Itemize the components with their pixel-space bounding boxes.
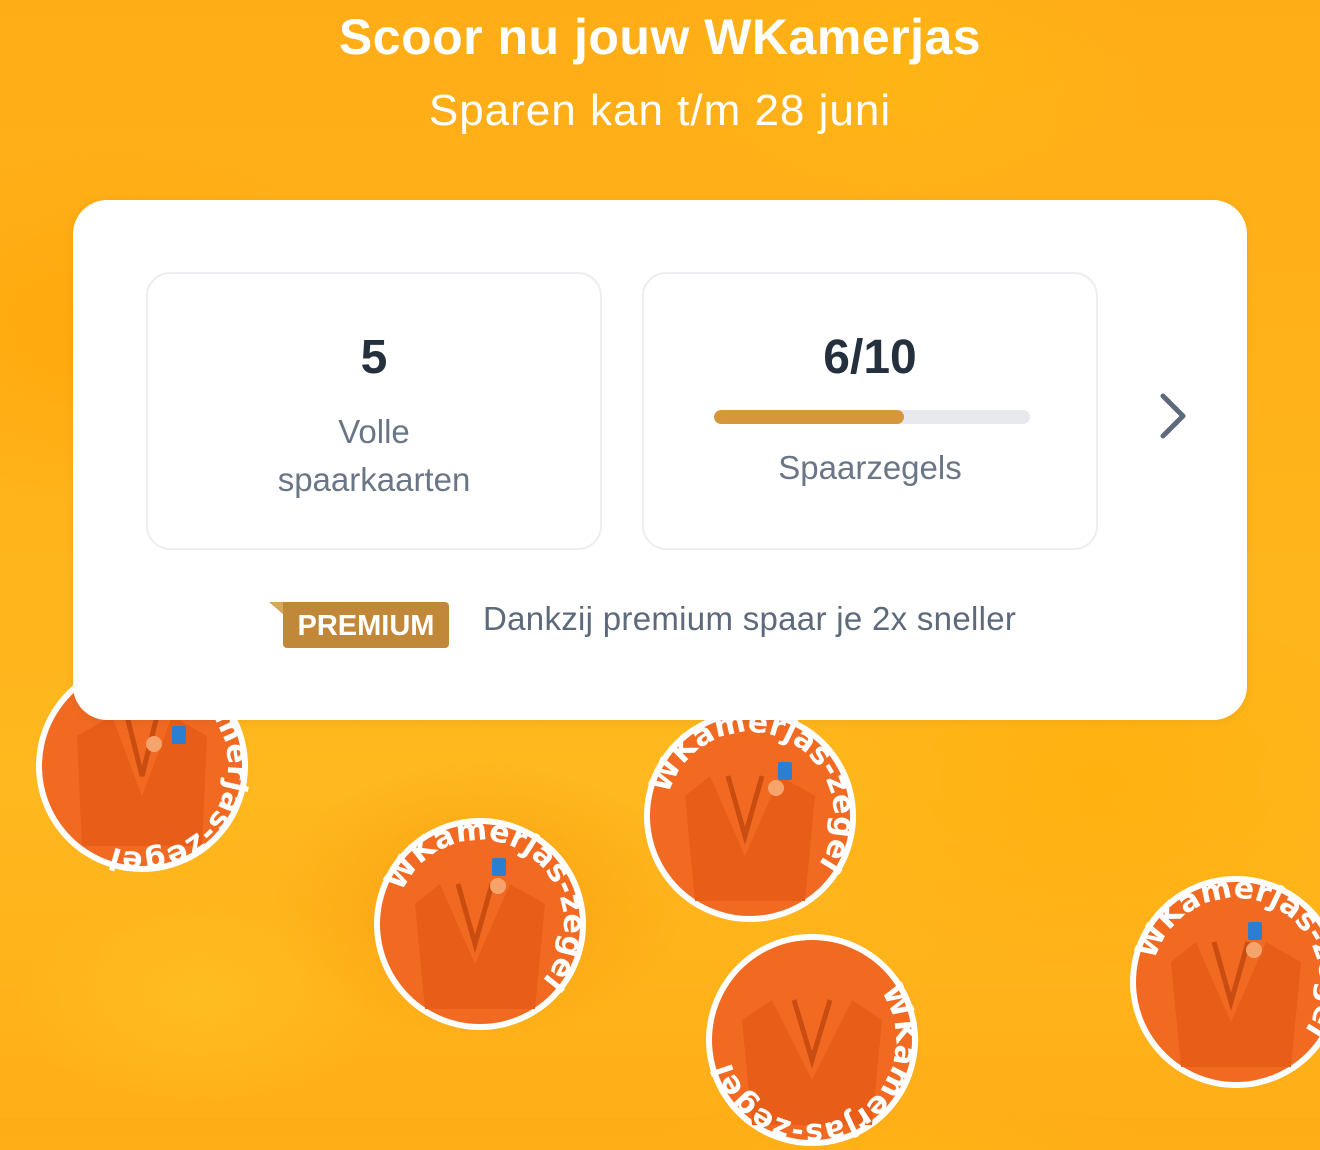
stamp-sticker: WKamerjas-zegel [1129,872,1320,1088]
stamps-stat: 6/10 Spaarzegels [642,272,1098,550]
full-cards-count: 5 [360,331,388,384]
premium-text: Dankzij premium spaar je 2x sneller [483,600,1017,637]
full-cards-stat: 5 Volle spaarkaarten [146,272,602,550]
savings-card[interactable]: 5 Volle spaarkaarten 6/10 Spaarzegels PR… [73,200,1247,720]
premium-badge-label: PREMIUM [283,602,449,648]
stamps-progress-bar [714,410,1030,424]
stamps-progress-fill [714,410,904,424]
stamps-label: Spaarzegels [778,449,962,486]
stamp-sticker: WKamerjas-zegel [374,814,590,1030]
chevron-right-icon[interactable] [1151,386,1195,446]
full-cards-label-line2: spaarkaarten [277,461,471,498]
full-cards-label-line1: Volle [338,413,410,450]
full-cards-label: Volle spaarkaarten [148,408,600,504]
stamp-sticker: WKamerjas-zegel [643,706,860,922]
premium-badge: PREMIUM [269,602,449,648]
page-subtitle: Sparen kan t/m 28 juni [428,86,892,135]
premium-info: PREMIUM Dankzij premium spaar je 2x snel… [269,598,1069,650]
page-title: Scoor nu jouw WKamerjas [338,9,982,65]
stamp-sticker: WKamerjas-zegel [705,934,922,1150]
stamps-count: 6/10 [823,331,917,384]
